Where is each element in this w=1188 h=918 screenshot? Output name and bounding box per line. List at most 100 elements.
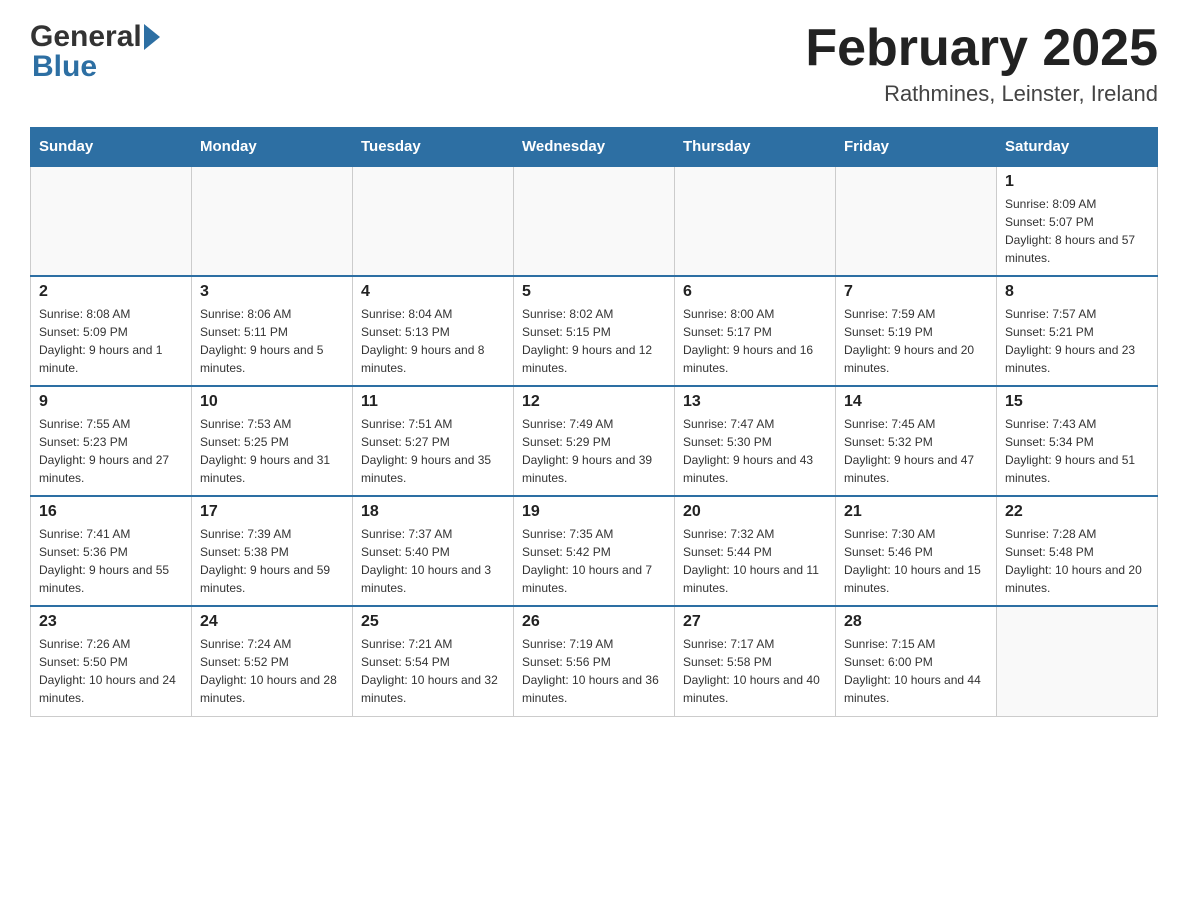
day-info: Sunrise: 7:26 AM Sunset: 5:50 PM Dayligh… [39, 635, 183, 707]
calendar-cell [675, 166, 836, 276]
calendar-cell: 12 Sunrise: 7:49 AM Sunset: 5:29 PM Dayli… [514, 386, 675, 496]
day-number: 6 [683, 283, 827, 301]
calendar-week-3: 9 Sunrise: 7:55 AM Sunset: 5:23 PM Daylig… [31, 386, 1158, 496]
day-info: Sunrise: 7:30 AM Sunset: 5:46 PM Dayligh… [844, 525, 988, 597]
calendar-cell: 7 Sunrise: 7:59 AM Sunset: 5:19 PM Daylig… [836, 276, 997, 386]
day-number: 9 [39, 393, 183, 411]
calendar-cell: 3 Sunrise: 8:06 AM Sunset: 5:11 PM Daylig… [192, 276, 353, 386]
column-header-tuesday: Tuesday [353, 128, 514, 167]
day-number: 18 [361, 503, 505, 521]
calendar-cell: 4Sunrise: 8:04 AM Sunset: 5:13 PM Daylig… [353, 276, 514, 386]
day-info: Sunrise: 8:08 AM Sunset: 5:09 PM Dayligh… [39, 305, 183, 377]
calendar-table: SundayMondayTuesdayWednesdayThursdayFrid… [30, 127, 1158, 717]
column-header-thursday: Thursday [675, 128, 836, 167]
day-info: Sunrise: 7:32 AM Sunset: 5:44 PM Dayligh… [683, 525, 827, 597]
calendar-cell: 24 Sunrise: 7:24 AM Sunset: 5:52 PM Dayli… [192, 606, 353, 716]
day-number: 13 [683, 393, 827, 411]
calendar-cell [192, 166, 353, 276]
title-block: February 2025 Rathmines, Leinster, Irela… [805, 20, 1158, 107]
page-header: General Blue February 2025 Rathmines, Le… [30, 20, 1158, 107]
day-info: Sunrise: 7:19 AM Sunset: 5:56 PM Dayligh… [522, 635, 666, 707]
calendar-cell: 25 Sunrise: 7:21 AM Sunset: 5:54 PM Dayli… [353, 606, 514, 716]
day-number: 28 [844, 613, 988, 631]
column-header-friday: Friday [836, 128, 997, 167]
calendar-cell: 8Sunrise: 7:57 AM Sunset: 5:21 PM Daylig… [997, 276, 1158, 386]
day-number: 3 [200, 283, 344, 301]
day-number: 4 [361, 283, 505, 301]
month-title: February 2025 [805, 20, 1158, 77]
calendar-cell: 18 Sunrise: 7:37 AM Sunset: 5:40 PM Dayli… [353, 496, 514, 606]
day-number: 5 [522, 283, 666, 301]
day-info: Sunrise: 7:45 AM Sunset: 5:32 PM Dayligh… [844, 415, 988, 487]
day-number: 1 [1005, 173, 1149, 191]
day-number: 7 [844, 283, 988, 301]
location-title: Rathmines, Leinster, Ireland [805, 81, 1158, 107]
day-info: Sunrise: 8:02 AM Sunset: 5:15 PM Dayligh… [522, 305, 666, 377]
day-number: 25 [361, 613, 505, 631]
column-header-sunday: Sunday [31, 128, 192, 167]
day-info: Sunrise: 8:06 AM Sunset: 5:11 PM Dayligh… [200, 305, 344, 377]
day-number: 10 [200, 393, 344, 411]
calendar-cell: 11 Sunrise: 7:51 AM Sunset: 5:27 PM Dayli… [353, 386, 514, 496]
day-number: 16 [39, 503, 183, 521]
day-info: Sunrise: 7:37 AM Sunset: 5:40 PM Dayligh… [361, 525, 505, 597]
day-info: Sunrise: 8:09 AM Sunset: 5:07 PM Dayligh… [1005, 195, 1149, 267]
day-number: 20 [683, 503, 827, 521]
calendar-cell [997, 606, 1158, 716]
day-info: Sunrise: 7:55 AM Sunset: 5:23 PM Dayligh… [39, 415, 183, 487]
calendar-cell: 28 Sunrise: 7:15 AM Sunset: 6:00 PM Dayli… [836, 606, 997, 716]
day-info: Sunrise: 7:35 AM Sunset: 5:42 PM Dayligh… [522, 525, 666, 597]
calendar-cell [836, 166, 997, 276]
day-info: Sunrise: 7:47 AM Sunset: 5:30 PM Dayligh… [683, 415, 827, 487]
calendar-cell: 19Sunrise: 7:35 AM Sunset: 5:42 PM Dayli… [514, 496, 675, 606]
calendar-cell: 27Sunrise: 7:17 AM Sunset: 5:58 PM Dayli… [675, 606, 836, 716]
logo-blue-text: Blue [32, 50, 97, 84]
day-number: 17 [200, 503, 344, 521]
calendar-week-5: 23 Sunrise: 7:26 AM Sunset: 5:50 PM Dayli… [31, 606, 1158, 716]
calendar-cell: 26 Sunrise: 7:19 AM Sunset: 5:56 PM Dayli… [514, 606, 675, 716]
logo: General Blue [30, 20, 160, 84]
calendar-cell: 14 Sunrise: 7:45 AM Sunset: 5:32 PM Dayli… [836, 386, 997, 496]
calendar-cell [353, 166, 514, 276]
column-header-wednesday: Wednesday [514, 128, 675, 167]
day-number: 12 [522, 393, 666, 411]
column-header-saturday: Saturday [997, 128, 1158, 167]
day-info: Sunrise: 7:21 AM Sunset: 5:54 PM Dayligh… [361, 635, 505, 707]
day-number: 15 [1005, 393, 1149, 411]
logo-triangle-icon [144, 24, 160, 50]
column-header-monday: Monday [192, 128, 353, 167]
day-info: Sunrise: 7:43 AM Sunset: 5:34 PM Dayligh… [1005, 415, 1149, 487]
calendar-cell: 17 Sunrise: 7:39 AM Sunset: 5:38 PM Dayli… [192, 496, 353, 606]
day-info: Sunrise: 7:53 AM Sunset: 5:25 PM Dayligh… [200, 415, 344, 487]
calendar-cell: 20 Sunrise: 7:32 AM Sunset: 5:44 PM Dayli… [675, 496, 836, 606]
day-number: 24 [200, 613, 344, 631]
day-number: 11 [361, 393, 505, 411]
calendar-cell: 15 Sunrise: 7:43 AM Sunset: 5:34 PM Dayli… [997, 386, 1158, 496]
calendar-cell [514, 166, 675, 276]
day-number: 2 [39, 283, 183, 301]
calendar-header-row: SundayMondayTuesdayWednesdayThursdayFrid… [31, 128, 1158, 167]
day-info: Sunrise: 8:00 AM Sunset: 5:17 PM Dayligh… [683, 305, 827, 377]
calendar-cell: 22 Sunrise: 7:28 AM Sunset: 5:48 PM Dayli… [997, 496, 1158, 606]
day-info: Sunrise: 7:39 AM Sunset: 5:38 PM Dayligh… [200, 525, 344, 597]
calendar-week-4: 16Sunrise: 7:41 AM Sunset: 5:36 PM Dayli… [31, 496, 1158, 606]
day-info: Sunrise: 7:15 AM Sunset: 6:00 PM Dayligh… [844, 635, 988, 707]
calendar-cell: 1 Sunrise: 8:09 AM Sunset: 5:07 PM Daylig… [997, 166, 1158, 276]
day-number: 26 [522, 613, 666, 631]
day-number: 23 [39, 613, 183, 631]
day-number: 22 [1005, 503, 1149, 521]
day-info: Sunrise: 7:51 AM Sunset: 5:27 PM Dayligh… [361, 415, 505, 487]
day-info: Sunrise: 7:28 AM Sunset: 5:48 PM Dayligh… [1005, 525, 1149, 597]
day-info: Sunrise: 7:59 AM Sunset: 5:19 PM Dayligh… [844, 305, 988, 377]
calendar-cell: 16Sunrise: 7:41 AM Sunset: 5:36 PM Dayli… [31, 496, 192, 606]
day-info: Sunrise: 7:17 AM Sunset: 5:58 PM Dayligh… [683, 635, 827, 707]
calendar-cell: 6 Sunrise: 8:00 AM Sunset: 5:17 PM Daylig… [675, 276, 836, 386]
calendar-cell: 21Sunrise: 7:30 AM Sunset: 5:46 PM Dayli… [836, 496, 997, 606]
logo-general-text: General [30, 20, 142, 54]
calendar-cell: 5 Sunrise: 8:02 AM Sunset: 5:15 PM Daylig… [514, 276, 675, 386]
day-info: Sunrise: 7:49 AM Sunset: 5:29 PM Dayligh… [522, 415, 666, 487]
day-number: 14 [844, 393, 988, 411]
calendar-cell: 23 Sunrise: 7:26 AM Sunset: 5:50 PM Dayli… [31, 606, 192, 716]
calendar-cell: 2 Sunrise: 8:08 AM Sunset: 5:09 PM Daylig… [31, 276, 192, 386]
day-info: Sunrise: 7:24 AM Sunset: 5:52 PM Dayligh… [200, 635, 344, 707]
